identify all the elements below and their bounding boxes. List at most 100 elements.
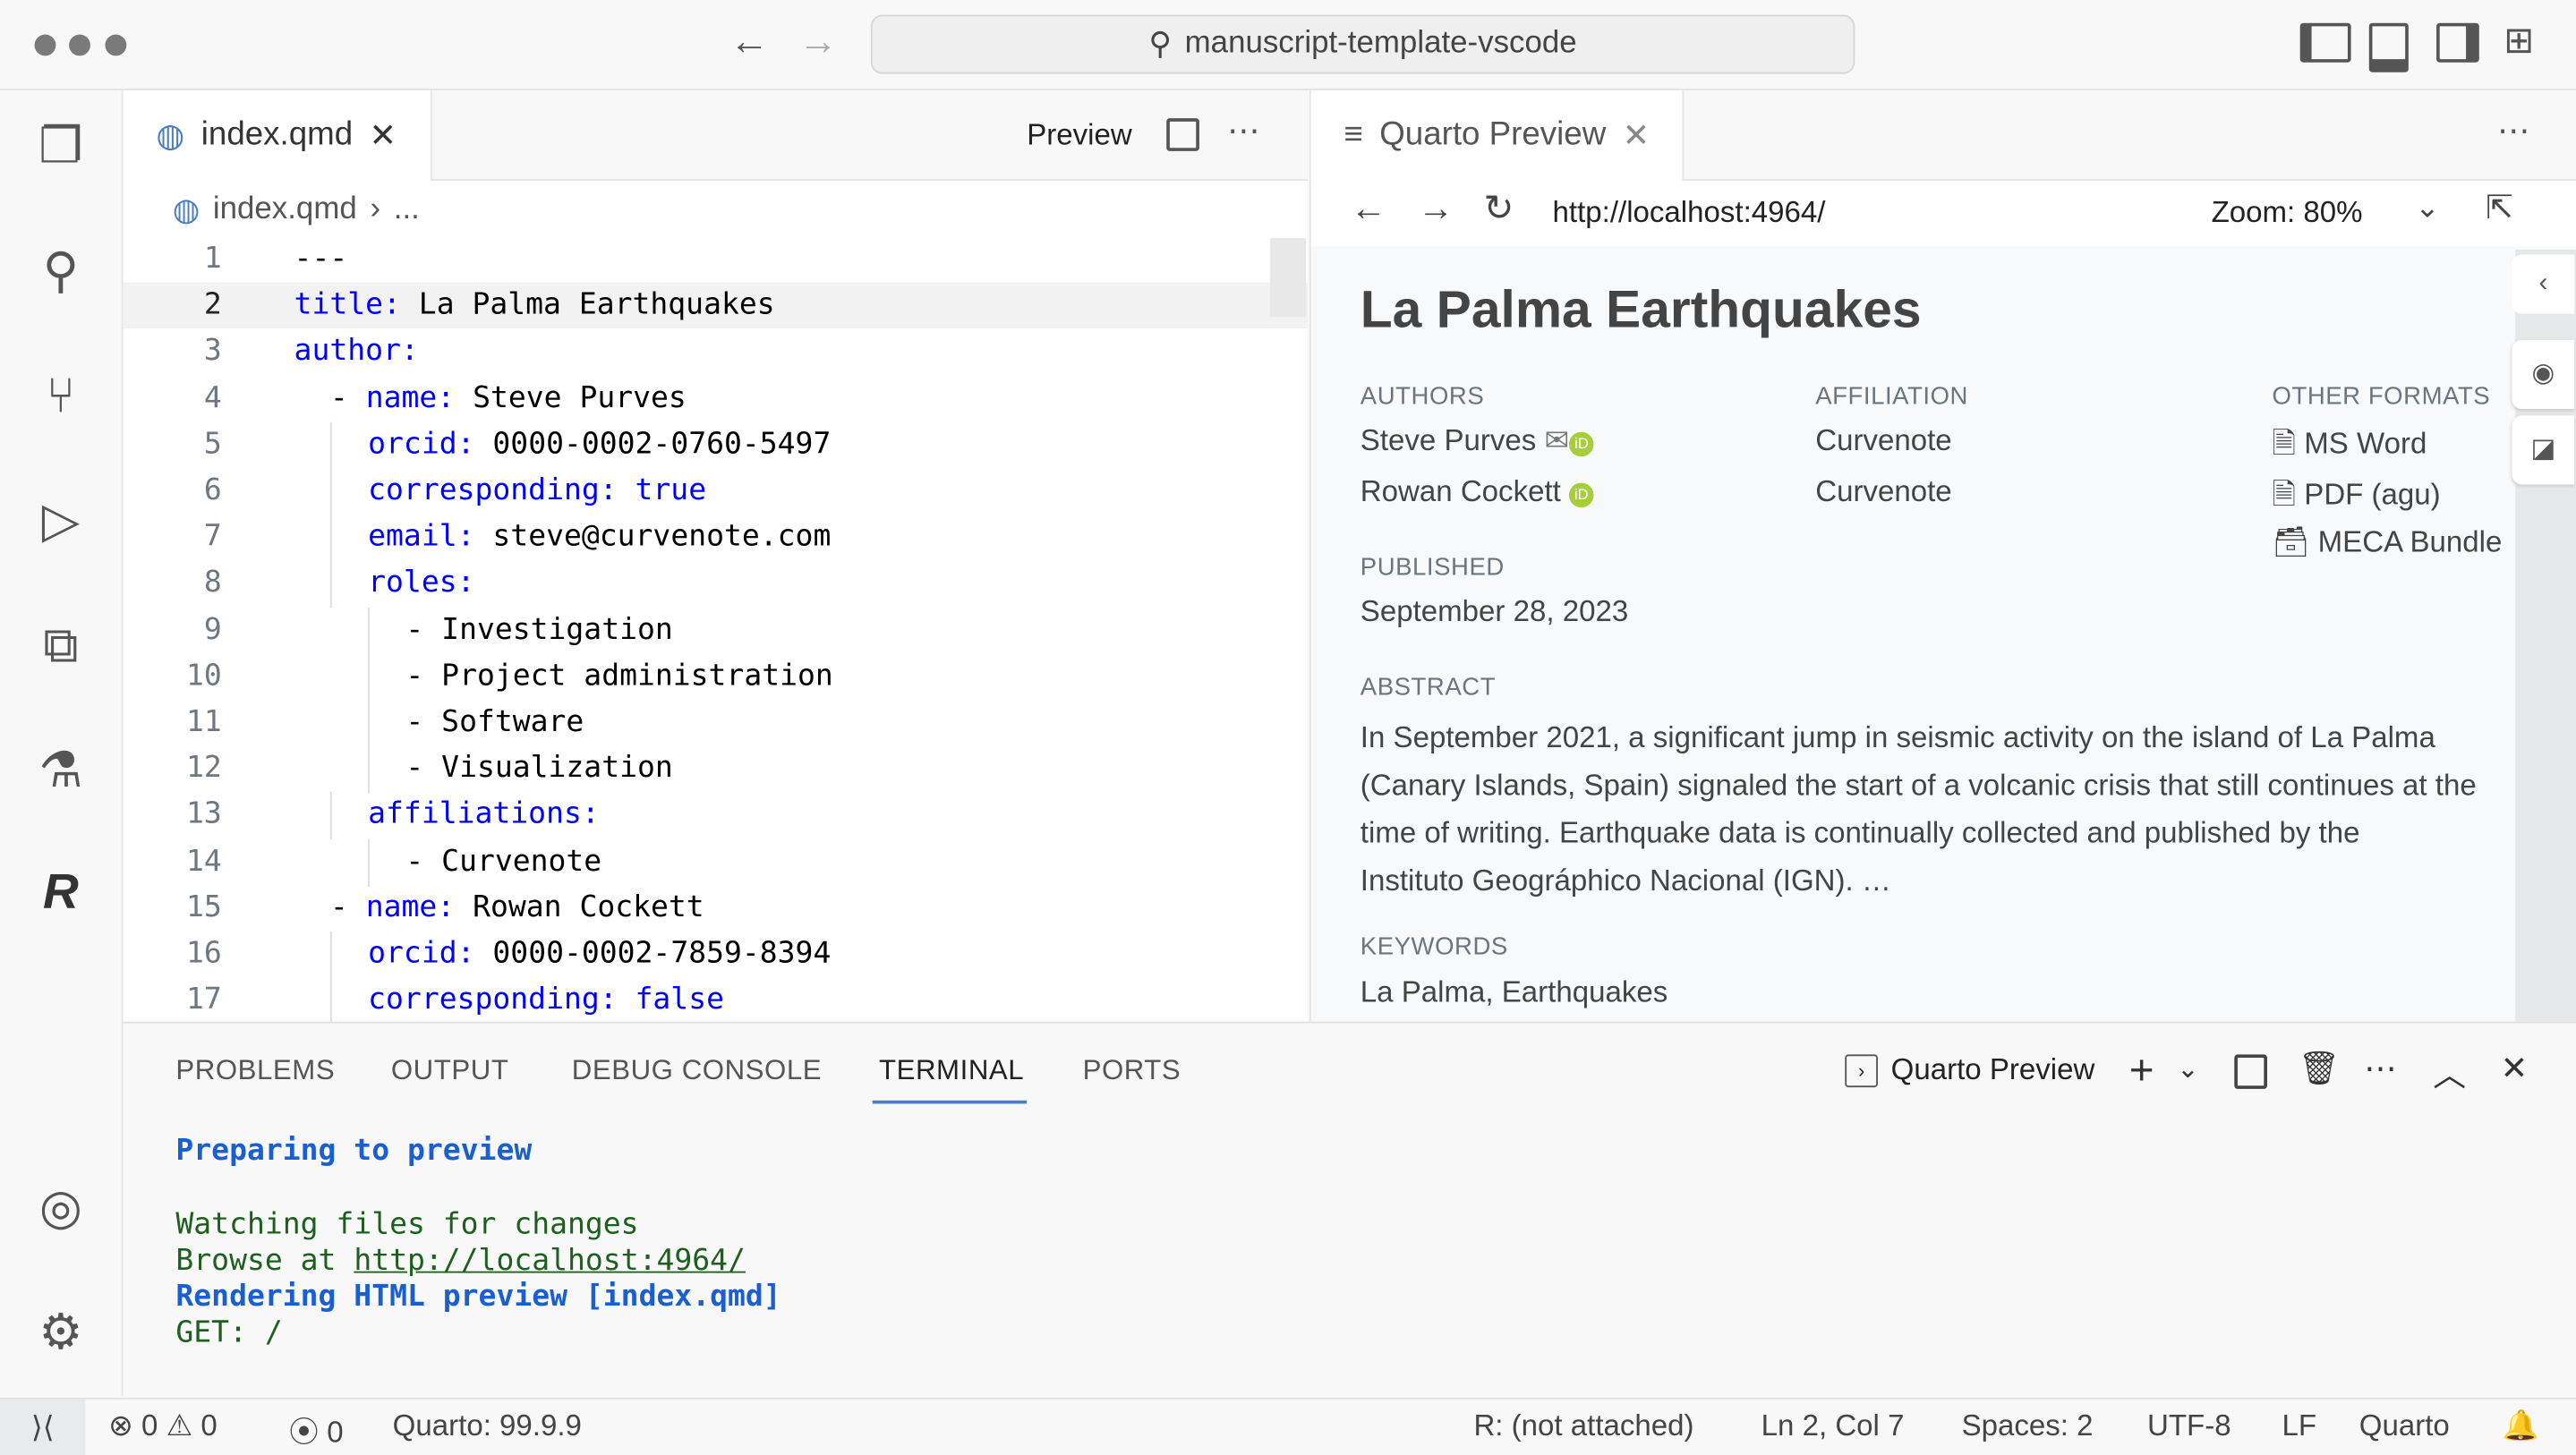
- language-mode[interactable]: Quarto: [2359, 1409, 2450, 1444]
- affiliation: Curvenote: [1815, 474, 1952, 508]
- orcid-icon[interactable]: iD: [1569, 431, 1594, 457]
- remote-indicator-icon[interactable]: ⟩⟨: [0, 1399, 86, 1455]
- split-editor-icon[interactable]: [1166, 118, 1199, 151]
- yaml-value: Software: [441, 704, 584, 739]
- forward-arrow-icon[interactable]: →: [798, 20, 838, 65]
- word-file-icon: 🗎: [2272, 427, 2297, 460]
- active-tab-indicator: [872, 1100, 1028, 1104]
- yaml-value: Project administration: [441, 658, 833, 693]
- terminal-name: Quarto Preview: [1890, 1052, 2095, 1086]
- note-icon[interactable]: ◪: [2512, 415, 2575, 485]
- terminal-line: Preparing to preview: [175, 1133, 533, 1169]
- line-number: 6: [203, 472, 222, 508]
- email-icon[interactable]: ✉: [1545, 424, 1570, 457]
- r-icon[interactable]: R: [26, 859, 95, 928]
- toggle-sidebar-icon[interactable]: [2299, 22, 2351, 63]
- yaml-value: Steve Purves: [455, 380, 687, 415]
- back-arrow-icon[interactable]: ←: [729, 20, 769, 65]
- eye-icon[interactable]: ◉: [2512, 339, 2575, 410]
- maximize-window-button[interactable]: [105, 34, 127, 56]
- tab-index-qmd[interactable]: ◍ index.qmd ✕: [123, 89, 431, 181]
- breadcrumb-more[interactable]: ...: [394, 192, 420, 230]
- orcid-icon[interactable]: iD: [1569, 482, 1594, 508]
- forward-arrow-icon[interactable]: →: [1418, 187, 1454, 230]
- published-heading: PUBLISHED: [1360, 553, 1505, 582]
- source-control-icon[interactable]: ⑂: [26, 363, 95, 432]
- format-label: MS Word: [2304, 427, 2427, 460]
- tab-problems[interactable]: PROBLEMS: [175, 1054, 335, 1087]
- r-session-status[interactable]: R: (not attached): [1473, 1409, 1693, 1444]
- trash-icon[interactable]: 🗑: [2299, 1048, 2341, 1089]
- yaml-dash: -: [405, 843, 442, 879]
- command-center-search[interactable]: ⚲ manuscript-template-vscode: [870, 14, 1855, 74]
- search-icon[interactable]: ⚲: [26, 238, 95, 307]
- more-actions-icon[interactable]: ⋯: [1227, 110, 1260, 151]
- format-link-word[interactable]: 🗎 MS Word: [2272, 424, 2427, 473]
- quarto-version[interactable]: Quarto: 99.9.9: [393, 1409, 582, 1444]
- toggle-secondary-sidebar-icon[interactable]: [2436, 22, 2479, 63]
- collapse-chevron-icon[interactable]: ‹: [2512, 254, 2575, 314]
- notifications-bell-icon[interactable]: 🔔: [2502, 1409, 2538, 1444]
- chevron-down-icon[interactable]: ⌄: [2177, 1053, 2199, 1086]
- minimize-window-button[interactable]: [69, 34, 90, 56]
- minimap-slider[interactable]: [1269, 238, 1307, 318]
- settings-gear-icon[interactable]: ⚙: [26, 1299, 95, 1368]
- code-line: orcid: 0000-0002-7859-8394: [368, 932, 831, 977]
- url-field[interactable]: http://localhost:4964/: [1553, 195, 1826, 230]
- tab-terminal[interactable]: TERMINAL: [879, 1054, 1024, 1087]
- extensions-icon[interactable]: ⧉: [26, 613, 95, 682]
- yaml-key: name:: [365, 380, 456, 415]
- tab-ports[interactable]: PORTS: [1083, 1054, 1181, 1087]
- more-actions-icon[interactable]: ⋯: [2364, 1048, 2397, 1089]
- format-link-pdf[interactable]: 🗎 PDF (agu): [2272, 474, 2440, 523]
- explorer-icon[interactable]: ❐: [26, 114, 95, 183]
- terminal-selector[interactable]: › Quarto Preview: [1845, 1053, 2094, 1088]
- cursor-position[interactable]: Ln 2, Col 7: [1761, 1409, 1905, 1444]
- ports-count: 0: [327, 1416, 344, 1449]
- reload-icon[interactable]: ↻: [1483, 187, 1514, 230]
- editor-tab-bar: ◍ index.qmd ✕ Preview ⋯: [123, 89, 1309, 181]
- format-link-meca[interactable]: 🗃 MECA Bundle: [2272, 525, 2502, 560]
- code-line: - Visualization: [405, 746, 672, 792]
- close-icon[interactable]: ✕: [369, 115, 397, 156]
- split-terminal-icon[interactable]: [2234, 1054, 2267, 1089]
- problems-indicator[interactable]: ⊗ 0 ⚠ 0: [108, 1409, 218, 1444]
- code-line: orcid: 0000-0002-0760-5497: [368, 421, 831, 467]
- tab-label: Quarto Preview: [1379, 116, 1607, 153]
- code-editor[interactable]: 1 --- 2 title: La Palma Earthquakes 3 author:…: [124, 236, 1274, 1025]
- close-panel-icon[interactable]: ✕: [2501, 1048, 2529, 1089]
- more-actions-icon[interactable]: ⋯: [2497, 110, 2530, 151]
- title-bar: ← → ⚲ manuscript-template-vscode ⊞: [0, 0, 2576, 90]
- indentation[interactable]: Spaces: 2: [1962, 1409, 2094, 1444]
- back-arrow-icon[interactable]: ←: [1351, 187, 1386, 230]
- terminal-line: Watching files for changes: [175, 1207, 639, 1242]
- encoding[interactable]: UTF-8: [2147, 1409, 2231, 1444]
- testing-flask-icon[interactable]: ⚗: [26, 737, 95, 806]
- quarto-file-icon: ◍: [156, 118, 185, 155]
- close-icon[interactable]: ✕: [1623, 115, 1651, 156]
- chevron-down-icon[interactable]: ⌄: [2415, 191, 2440, 225]
- indent-guide: [329, 514, 332, 563]
- abstract-heading: ABSTRACT: [1360, 673, 1497, 702]
- terminal-url-link[interactable]: http://localhost:4964/: [354, 1243, 746, 1278]
- line-number: 10: [185, 658, 222, 693]
- zoom-select[interactable]: Zoom: 80%: [2212, 195, 2363, 230]
- maximize-panel-chevron-up-icon[interactable]: ︿: [2433, 1048, 2466, 1095]
- yaml-value: La Palma Earthquakes: [400, 287, 775, 323]
- tab-output[interactable]: OUTPUT: [391, 1054, 509, 1087]
- open-external-icon[interactable]: ⇱: [2486, 187, 2513, 228]
- tab-debug-console[interactable]: DEBUG CONSOLE: [572, 1054, 822, 1087]
- run-debug-icon[interactable]: ▷: [26, 488, 95, 557]
- toggle-panel-icon[interactable]: [2368, 22, 2409, 72]
- line-endings[interactable]: LF: [2282, 1409, 2317, 1444]
- account-icon[interactable]: ◎: [26, 1174, 95, 1243]
- customize-layout-icon[interactable]: ⊞: [2503, 20, 2534, 63]
- new-terminal-plus-icon[interactable]: +: [2129, 1044, 2154, 1095]
- affiliation-heading: AFFILIATION: [1815, 382, 1968, 411]
- line-number: 4: [203, 380, 222, 415]
- close-window-button[interactable]: [34, 34, 56, 56]
- preview-button[interactable]: Preview: [1027, 118, 1132, 153]
- ports-indicator[interactable]: ⦿ 0: [289, 1409, 344, 1452]
- breadcrumb-file[interactable]: index.qmd: [213, 192, 357, 230]
- tab-quarto-preview[interactable]: ≡ Quarto Preview ✕: [1310, 89, 1685, 181]
